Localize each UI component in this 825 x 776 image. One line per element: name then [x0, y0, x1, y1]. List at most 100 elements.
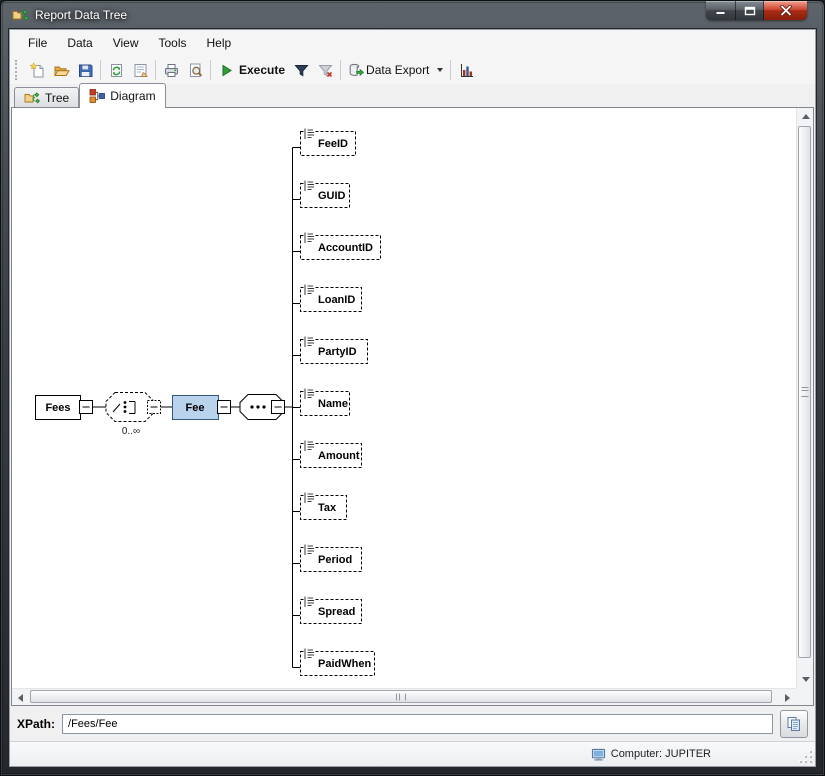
toolbar-separator — [210, 60, 211, 80]
menu-tools[interactable]: Tools — [149, 31, 197, 55]
collapse-button[interactable] — [218, 401, 231, 414]
execute-button[interactable] — [214, 58, 238, 82]
text-element-icon — [304, 439, 315, 452]
tab-tree[interactable]: Tree — [14, 87, 79, 107]
save-button[interactable] — [73, 58, 97, 82]
properties-form-icon — [132, 62, 149, 79]
copy-xpath-button[interactable] — [780, 710, 808, 738]
element-label: Amount — [318, 450, 360, 462]
properties-button[interactable] — [128, 58, 152, 82]
toolbar-grip[interactable] — [15, 60, 21, 80]
play-icon — [219, 63, 234, 78]
app-tree-icon — [12, 7, 28, 23]
selected-element-node[interactable]: Fee — [173, 396, 231, 420]
status-bar: Computer: JUPITER — [10, 741, 815, 766]
chart-button[interactable] — [454, 58, 478, 82]
element-label: PartyID — [318, 346, 357, 358]
execute-label[interactable]: Execute — [239, 63, 285, 77]
open-button[interactable] — [49, 58, 73, 82]
element-label: LoanID — [318, 294, 355, 306]
text-element-icon — [304, 647, 315, 660]
print-preview-button[interactable] — [183, 58, 207, 82]
toolbar: Execute Data Export — [10, 56, 815, 84]
data-export-label: Data Export — [366, 63, 429, 77]
clear-filter-button[interactable] — [313, 58, 337, 82]
text-element-icon — [304, 179, 315, 192]
menu-file[interactable]: File — [18, 31, 57, 55]
horizontal-scroll-thumb[interactable] — [30, 690, 772, 703]
xpath-panel: XPath: — [10, 706, 815, 742]
selected-element-label: Fee — [186, 402, 205, 414]
schema-diagram: Fees — [12, 108, 798, 693]
scroll-up-button[interactable] — [797, 108, 814, 125]
maximize-button[interactable] — [736, 1, 764, 20]
tab-diagram[interactable]: Diagram — [79, 83, 165, 108]
sequence-indicator[interactable] — [240, 395, 285, 420]
root-element-node[interactable]: Fees — [36, 396, 93, 420]
diagram-view-icon — [89, 88, 105, 104]
menu-bar: File Data View Tools Help — [10, 30, 815, 56]
menu-view[interactable]: View — [103, 31, 149, 55]
element-node[interactable]: Tax — [293, 491, 347, 520]
element-node[interactable]: Amount — [293, 439, 362, 468]
vertical-scrollbar[interactable] — [796, 108, 813, 688]
tab-diagram-label: Diagram — [110, 89, 155, 103]
element-node[interactable]: FeeID — [293, 127, 356, 156]
xpath-label: XPath: — [17, 717, 55, 731]
new-document-icon — [29, 62, 46, 79]
horizontal-scrollbar[interactable] — [12, 688, 796, 705]
filter-button[interactable] — [289, 58, 313, 82]
xpath-input[interactable] — [62, 714, 773, 734]
printer-icon — [163, 62, 180, 79]
refresh-button[interactable] — [104, 58, 128, 82]
diagram-canvas: Fees — [11, 107, 814, 706]
scroll-down-button[interactable] — [797, 671, 814, 688]
close-button[interactable] — [764, 1, 807, 20]
text-element-icon — [304, 231, 315, 244]
menu-help[interactable]: Help — [197, 31, 242, 55]
triangle-right-icon — [785, 694, 790, 702]
occurrence-label: 0..∞ — [122, 426, 140, 437]
triangle-down-icon — [802, 677, 810, 682]
element-node[interactable]: PartyID — [293, 335, 368, 364]
menu-data[interactable]: Data — [57, 31, 102, 55]
scrollbar-corner — [796, 688, 813, 705]
element-label: PaidWhen — [318, 658, 371, 670]
element-node[interactable]: LoanID — [293, 283, 362, 312]
element-node[interactable]: PaidWhen — [293, 647, 375, 676]
new-report-button[interactable] — [25, 58, 49, 82]
collapse-button[interactable] — [272, 401, 285, 414]
print-preview-icon — [187, 62, 204, 79]
text-element-icon — [304, 387, 315, 400]
element-node[interactable]: Name — [293, 387, 350, 416]
vertical-scroll-thumb[interactable] — [798, 126, 811, 658]
collapse-button[interactable] — [148, 401, 161, 414]
resize-grip[interactable] — [799, 750, 812, 763]
collapse-button[interactable] — [80, 401, 93, 414]
element-label: Tax — [318, 502, 337, 514]
scroll-right-button[interactable] — [779, 689, 796, 706]
app-window: Report Data Tree File Data View Tools He… — [0, 0, 825, 776]
toolbar-separator — [340, 60, 341, 80]
data-export-button[interactable]: Data Export — [344, 58, 447, 82]
toolbar-separator — [155, 60, 156, 80]
element-label: Spread — [318, 606, 355, 618]
open-folder-icon — [53, 62, 70, 79]
sequence-repeat-indicator[interactable]: 0..∞ — [106, 393, 161, 438]
scroll-left-button[interactable] — [12, 689, 29, 706]
status-computer-label: Computer: JUPITER — [611, 748, 711, 760]
window-title: Report Data Tree — [35, 8, 127, 22]
element-node[interactable]: Period — [293, 543, 362, 572]
tree-view-icon — [24, 90, 40, 106]
triangle-up-icon — [802, 114, 810, 119]
toolbar-separator — [100, 60, 101, 80]
tab-tree-label: Tree — [45, 91, 69, 105]
element-node[interactable]: Spread — [293, 595, 362, 624]
filter-funnel-icon — [293, 62, 310, 79]
client-area: File Data View Tools Help — [9, 29, 816, 767]
print-button[interactable] — [159, 58, 183, 82]
text-element-icon — [304, 283, 315, 296]
element-node[interactable]: AccountID — [293, 231, 381, 260]
minimize-button[interactable] — [706, 1, 736, 20]
element-node[interactable]: GUID — [293, 179, 350, 208]
